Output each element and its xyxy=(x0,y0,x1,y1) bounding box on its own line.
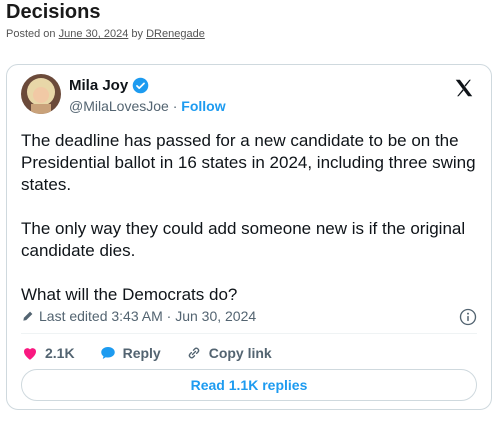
verified-badge-icon xyxy=(132,77,149,94)
follow-button[interactable]: Follow xyxy=(181,98,225,114)
by-label: by xyxy=(131,28,144,40)
reply-bubble-icon xyxy=(100,347,115,359)
post-date-link[interactable]: June 30, 2024 xyxy=(59,28,129,40)
avatar[interactable] xyxy=(21,74,61,114)
tweet-text: The deadline has passed for a new candid… xyxy=(21,130,479,328)
post-title: Decisions xyxy=(6,1,101,23)
like-button[interactable]: 2.1K xyxy=(21,344,75,362)
tweet-paragraph: What will the Democrats do? xyxy=(21,285,238,304)
reply-button[interactable]: Reply xyxy=(99,344,161,362)
reply-label: Reply xyxy=(122,345,161,361)
copy-link-button[interactable]: Copy link xyxy=(185,344,272,362)
author-name-text: Mila Joy xyxy=(69,77,129,94)
tweet-paragraph: The only way they could add someone new … xyxy=(21,219,466,260)
heart-icon xyxy=(24,348,36,360)
info-icon[interactable] xyxy=(459,308,477,326)
posted-on-label: Posted on xyxy=(6,28,56,40)
read-replies-button[interactable]: Read 1.1K replies xyxy=(21,369,477,401)
post-meta: Posted on June 30, 2024 by DRenegade xyxy=(6,28,205,40)
handle-separator: · xyxy=(172,98,178,114)
handle-row: @MilaLovesJoe · Follow xyxy=(69,98,226,114)
last-edited-text: Last edited 3:43 AM · Jun 30, 2024 xyxy=(39,308,257,324)
link-icon xyxy=(188,347,199,359)
divider xyxy=(21,333,477,334)
x-logo-icon[interactable] xyxy=(453,77,475,99)
tweet-handle[interactable]: @MilaLovesJoe xyxy=(69,98,169,114)
like-count: 2.1K xyxy=(45,345,75,361)
post-author-link[interactable]: DRenegade xyxy=(146,28,205,40)
copy-link-label: Copy link xyxy=(208,345,272,361)
pencil-icon xyxy=(23,311,33,321)
last-edited-row[interactable]: Last edited 3:43 AM · Jun 30, 2024 xyxy=(21,308,256,324)
embedded-tweet-card: Mila Joy @MilaLovesJoe · Follow The dead… xyxy=(6,64,492,410)
action-bar: 2.1K Reply Copy link xyxy=(21,343,296,363)
tweet-paragraph: The deadline has passed for a new candid… xyxy=(21,131,476,194)
tweet-author-name[interactable]: Mila Joy xyxy=(69,77,149,94)
